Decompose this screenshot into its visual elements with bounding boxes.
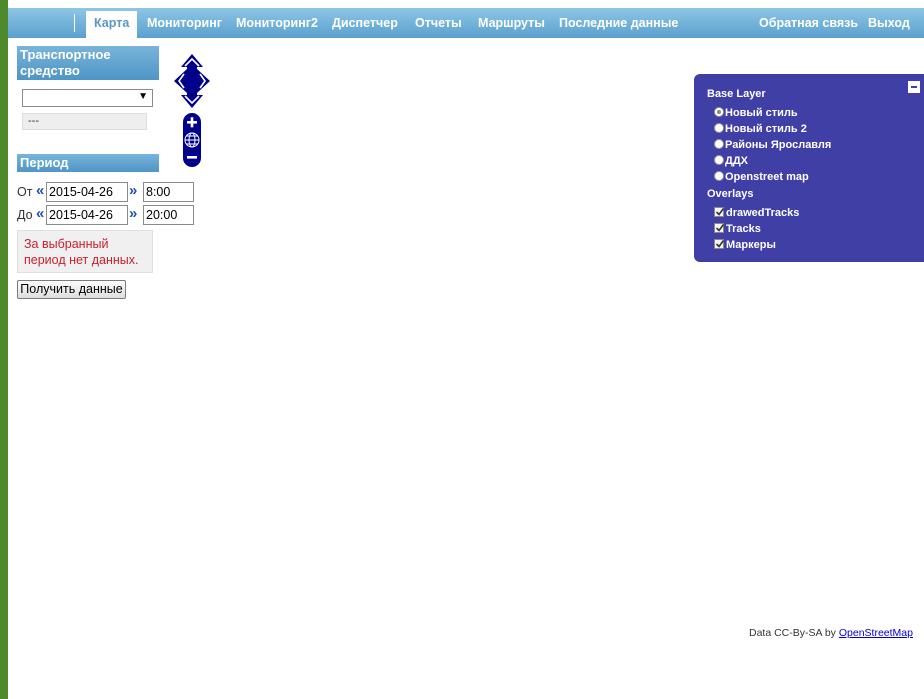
minimize-icon[interactable]: [908, 81, 920, 93]
base-layer-option[interactable]: Новый стиль: [714, 106, 798, 120]
checkbox-checked-icon[interactable]: [714, 239, 725, 249]
period-section-header: Период: [17, 154, 159, 172]
nav-item-monitoring[interactable]: Мониторинг: [147, 11, 222, 38]
openstreetmap-link[interactable]: OpenStreetMap: [839, 627, 913, 639]
nav-item-reports[interactable]: Отчеты: [415, 11, 462, 38]
attribution-prefix: Data CC-By-SA by: [748, 627, 836, 639]
pan-arrows-icon[interactable]: [173, 53, 211, 109]
base-layer-label: Новый стиль 2: [725, 123, 807, 135]
from-date-input[interactable]: 2015-04-26: [46, 182, 128, 202]
overlay-option[interactable]: drawedTracks: [714, 206, 799, 220]
layer-switcher: Base Layer Новый стиль Новый стиль 2 Рай…: [694, 74, 924, 262]
vehicle-info: ---: [22, 113, 147, 130]
dropdown-arrow-icon: ▼: [138, 91, 148, 102]
base-layer-option[interactable]: Районы Ярославля: [714, 138, 831, 152]
overlays-title: Overlays: [707, 188, 754, 200]
overlay-label: Tracks: [726, 223, 761, 235]
nav-item-feedback[interactable]: Обратная связь: [759, 11, 858, 38]
radio-icon[interactable]: [714, 123, 724, 133]
no-data-message: За выбранный период нет данных.: [17, 230, 153, 273]
overlay-label: Маркеры: [726, 239, 776, 251]
vehicle-select[interactable]: ▼: [22, 89, 153, 107]
get-data-button[interactable]: Получить данные: [17, 280, 126, 299]
base-layer-label: ДДХ: [725, 155, 749, 167]
nav-item-monitoring2[interactable]: Мониторинг2: [236, 11, 318, 38]
base-layer-label: Районы Ярославля: [725, 139, 832, 151]
nav-item-routes[interactable]: Маршруты: [478, 11, 545, 38]
checkbox-checked-icon[interactable]: [714, 207, 725, 217]
from-label: От: [17, 185, 33, 199]
zoom-control: [183, 113, 201, 167]
overlay-option[interactable]: Маркеры: [714, 238, 776, 252]
overlay-label: drawedTracks: [726, 207, 800, 219]
nav-item-map[interactable]: Карта: [86, 11, 138, 38]
nav-item-dispatcher[interactable]: Диспетчер: [332, 11, 398, 38]
map-attribution: Data CC-By-SA by OpenStreetMap: [749, 627, 913, 639]
nav-item-last-data[interactable]: Последние данные: [559, 11, 678, 38]
vehicle-section-header: Транспортное средство: [17, 46, 159, 80]
radio-icon[interactable]: [714, 139, 724, 149]
nav-item-logout[interactable]: Выход: [868, 11, 910, 38]
base-layer-label: Новый стиль: [725, 107, 798, 119]
base-layer-option[interactable]: Openstreet map: [714, 170, 809, 184]
to-date-input[interactable]: 2015-04-26: [46, 205, 128, 225]
overlay-option[interactable]: Tracks: [714, 222, 761, 236]
to-next-day-button[interactable]: »: [129, 206, 137, 222]
radio-icon[interactable]: [714, 155, 724, 165]
base-layer-label: Openstreet map: [725, 171, 809, 183]
radio-icon[interactable]: [714, 171, 724, 181]
base-layer-option[interactable]: ДДХ: [714, 154, 748, 168]
radio-selected-icon[interactable]: [714, 107, 724, 117]
nav-separator: [74, 14, 75, 32]
from-next-day-button[interactable]: »: [129, 183, 137, 199]
to-time-input[interactable]: 20:00: [143, 205, 194, 225]
from-time-input[interactable]: 8:00: [143, 182, 194, 202]
checkbox-checked-icon[interactable]: [714, 223, 725, 233]
top-navbar: Карта Мониторинг Мониторинг2 Диспетчер О…: [8, 8, 924, 38]
zoom-out-icon[interactable]: [187, 156, 197, 159]
from-prev-day-button[interactable]: «: [36, 183, 44, 199]
to-label: До: [17, 208, 33, 222]
to-prev-day-button[interactable]: «: [36, 206, 44, 222]
page: Карта Мониторинг Мониторинг2 Диспетчер О…: [8, 0, 924, 699]
base-layer-title: Base Layer: [707, 88, 766, 100]
base-layer-option[interactable]: Новый стиль 2: [714, 122, 807, 136]
